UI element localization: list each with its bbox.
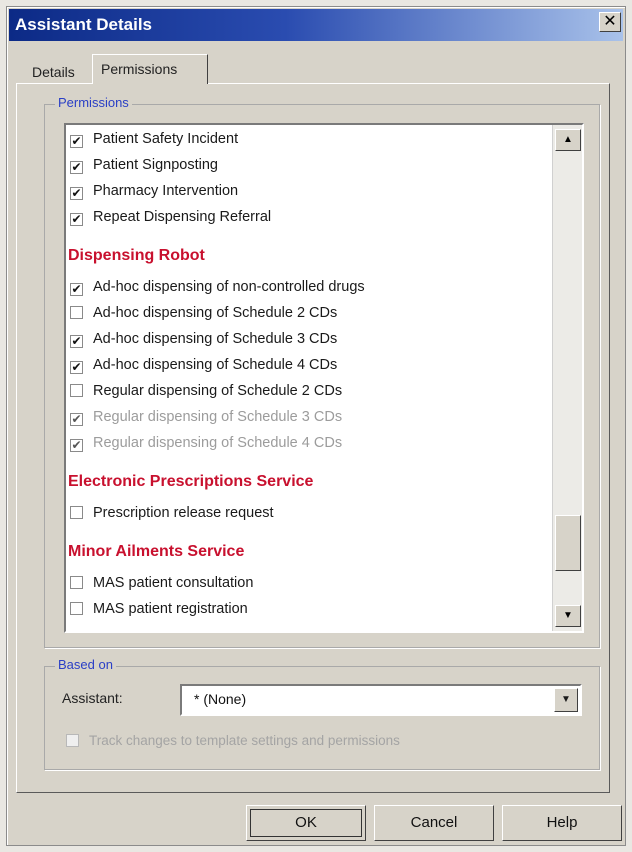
permissions-list[interactable]: ✔ Patient Safety Incident ✔ Patient Signpos…: [64, 123, 584, 633]
permission-checkbox: ✔: [70, 412, 83, 426]
permission-row[interactable]: ✔ Repeat Dispensing Referral: [70, 205, 271, 229]
permission-label: Ad-hoc dispensing of Schedule 3 CDs: [93, 331, 338, 347]
scroll-up-button[interactable]: ▲: [555, 129, 581, 151]
scroll-thumb[interactable]: [555, 515, 581, 571]
based-on-group: Based on: [44, 657, 600, 770]
ok-button[interactable]: OK: [246, 805, 366, 841]
track-changes-checkbox: [66, 734, 79, 747]
permission-checkbox: ✔: [70, 438, 83, 452]
track-changes-label: Track changes to template settings and p…: [89, 733, 400, 748]
permission-label: MAS patient registration: [93, 601, 248, 617]
permission-label: Patient Signposting: [93, 157, 218, 173]
permission-row[interactable]: ✔ Pharmacy Intervention: [70, 179, 238, 203]
window-title: Assistant Details: [15, 15, 152, 34]
permissions-group-legend: Permissions: [55, 95, 132, 110]
permissions-list-content: ✔ Patient Safety Incident ✔ Patient Signpos…: [66, 125, 552, 631]
section-heading: Dispensing Robot: [68, 247, 205, 264]
permission-row: ✔ Regular dispensing of Schedule 3 CDs: [70, 405, 342, 429]
permission-row[interactable]: MAS patient consultation: [70, 571, 253, 595]
permission-label: Repeat Dispensing Referral: [93, 209, 272, 225]
permission-checkbox[interactable]: ✔: [70, 283, 83, 296]
tab-permissions[interactable]: Permissions: [92, 54, 208, 84]
permission-label: Ad-hoc dispensing of Schedule 4 CDs: [93, 357, 338, 373]
permission-checkbox[interactable]: [70, 306, 83, 319]
based-on-group-legend: Based on: [55, 657, 116, 672]
permission-row[interactable]: Prescription release request: [70, 501, 274, 525]
permission-row[interactable]: MAS patient registration: [70, 597, 248, 621]
assistant-select[interactable]: * (None) ▼: [180, 684, 582, 716]
title-bar: Assistant Details: [9, 9, 623, 41]
permission-label: Regular dispensing of Schedule 2 CDs: [93, 383, 343, 399]
permission-checkbox[interactable]: ✔: [70, 213, 83, 226]
permission-checkbox[interactable]: ✔: [70, 361, 83, 374]
permission-checkbox[interactable]: [70, 602, 83, 615]
permission-label: Regular dispensing of Schedule 4 CDs: [93, 435, 343, 451]
permission-row: ✔ Regular dispensing of Schedule 4 CDs: [70, 431, 342, 455]
permission-row[interactable]: ✔ Patient Signposting: [70, 153, 218, 177]
chevron-down-icon[interactable]: ▼: [554, 688, 578, 712]
permission-row[interactable]: ✔ Ad-hoc dispensing of Schedule 3 CDs: [70, 327, 337, 351]
track-changes-checkbox-row: Track changes to template settings and p…: [66, 733, 400, 748]
permission-label: MAS patient consultation: [93, 575, 254, 591]
section-heading: Minor Ailments Service: [68, 543, 245, 560]
permission-row[interactable]: Regular dispensing of Schedule 2 CDs: [70, 379, 342, 403]
tab-details[interactable]: Details: [24, 58, 83, 84]
section-heading: Electronic Prescriptions Service: [68, 473, 314, 490]
close-button[interactable]: ✕: [599, 12, 621, 32]
assistant-select-value: * (None): [194, 691, 247, 707]
help-button[interactable]: Help: [502, 805, 622, 841]
permission-label: Prescription release request: [93, 505, 274, 521]
scroll-down-button[interactable]: ▼: [555, 605, 581, 627]
permission-row[interactable]: Ad-hoc dispensing of Schedule 2 CDs: [70, 301, 337, 325]
permission-checkbox[interactable]: ✔: [70, 135, 83, 148]
permission-label: Ad-hoc dispensing of Schedule 2 CDs: [93, 305, 338, 321]
permission-label: Regular dispensing of Schedule 3 CDs: [93, 409, 343, 425]
assistant-label: Assistant:: [62, 690, 123, 706]
permission-checkbox[interactable]: [70, 506, 83, 519]
permission-row[interactable]: ✔ Patient Safety Incident: [70, 127, 238, 151]
permission-checkbox[interactable]: ✔: [70, 161, 83, 174]
permission-checkbox[interactable]: ✔: [70, 187, 83, 200]
permission-checkbox[interactable]: ✔: [70, 335, 83, 348]
permission-checkbox[interactable]: [70, 576, 83, 589]
permission-label: Ad-hoc dispensing of non-controlled drug…: [93, 279, 365, 295]
permission-row[interactable]: ✔ Ad-hoc dispensing of Schedule 4 CDs: [70, 353, 337, 377]
permission-checkbox[interactable]: [70, 384, 83, 397]
permission-row[interactable]: ✔ Ad-hoc dispensing of non-controlled dru…: [70, 275, 365, 299]
vertical-scrollbar[interactable]: ▲ ▼: [552, 125, 582, 631]
permission-label: Patient Safety Incident: [93, 131, 239, 147]
cancel-button[interactable]: Cancel: [374, 805, 494, 841]
permission-label: Pharmacy Intervention: [93, 183, 239, 199]
